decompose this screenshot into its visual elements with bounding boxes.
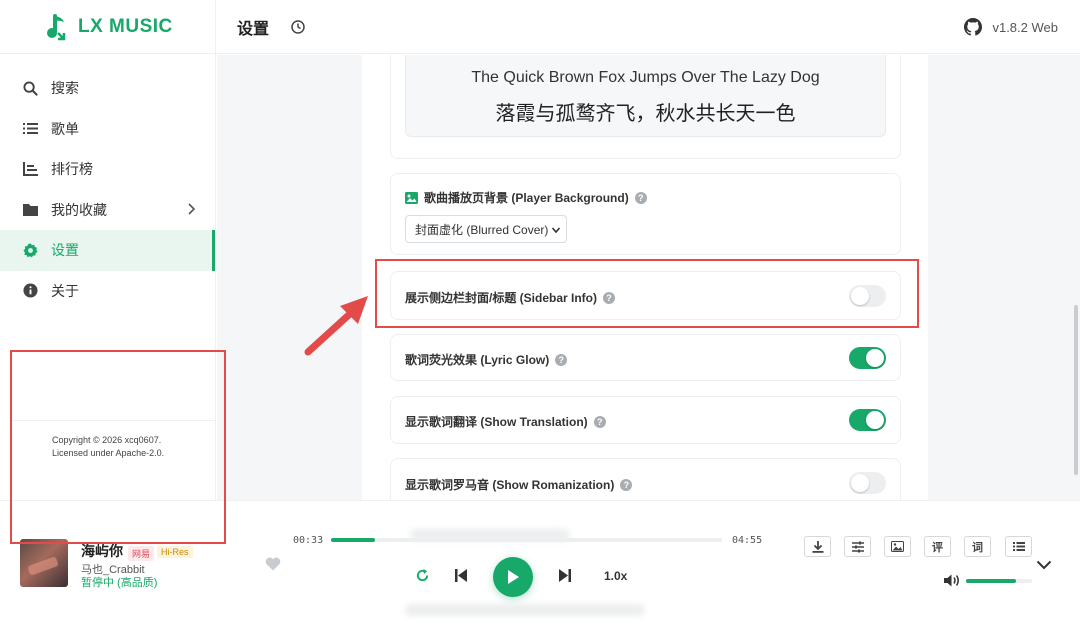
player-background-setting: 歌曲播放页背景 (Player Background) ? 封面虚化 (Blur… — [390, 173, 901, 255]
help-icon[interactable]: ? — [620, 478, 633, 491]
sidebar-item-settings[interactable]: 设置 — [0, 230, 215, 271]
sidebar-item-favorites[interactable]: 我的收藏 — [0, 190, 215, 231]
font-preview-english: The Quick Brown Fox Jumps Over The Lazy … — [471, 69, 820, 86]
github-icon — [964, 18, 983, 36]
sidebar-item-charts[interactable]: 排行榜 — [0, 149, 215, 190]
player-background-label: 歌曲播放页背景 (Player Background) — [424, 191, 629, 205]
source-badge: 网易 — [128, 546, 155, 561]
picture-button[interactable] — [884, 536, 911, 557]
sidebar-item-label: 歌单 — [51, 120, 79, 137]
show-translation-label: 显示歌词翻译 (Show Translation) — [405, 415, 588, 429]
lyric-glow-toggle[interactable] — [849, 347, 886, 369]
show-translation-setting: 显示歌词翻译 (Show Translation) ? — [390, 396, 901, 444]
app-window: LX MUSIC 搜索 歌单 排行榜 我的收藏 设置 关于 Copyright … — [0, 0, 1080, 625]
download-button[interactable] — [804, 536, 831, 557]
help-icon[interactable]: ? — [593, 415, 606, 428]
chevron-right-icon — [187, 202, 196, 218]
gear-icon — [22, 242, 38, 258]
comment-button[interactable]: 评 — [924, 536, 951, 557]
volume-icon[interactable] — [944, 574, 960, 592]
play-icon — [508, 570, 519, 584]
quality-badge: Hi-Res — [157, 546, 193, 558]
annotation-box-sidebar — [10, 350, 226, 544]
help-icon[interactable]: ? — [634, 191, 647, 204]
lyric-glow-label: 歌词荧光效果 (Lyric Glow) — [405, 353, 550, 367]
total-time: 04:55 — [732, 535, 763, 546]
download-icon — [812, 540, 823, 553]
font-card: 0123456789 The Quick Brown Fox Jumps Ove… — [390, 55, 901, 159]
music-note-icon — [47, 13, 66, 40]
annotation-box-setting — [375, 259, 919, 328]
volume-fill — [966, 579, 1016, 583]
sidebar-item-playlists[interactable]: 歌单 — [0, 109, 215, 150]
image-icon — [405, 191, 418, 204]
list-icon — [22, 121, 38, 137]
scrollbar[interactable] — [1074, 305, 1078, 475]
sidebar-item-label: 设置 — [51, 242, 79, 259]
history-icon[interactable] — [291, 19, 305, 34]
version-label: v1.8.2 Web — [992, 19, 1058, 35]
play-button[interactable] — [493, 557, 533, 597]
sidebar-item-label: 搜索 — [51, 80, 79, 97]
help-icon[interactable]: ? — [555, 353, 568, 366]
app-name: LX MUSIC — [78, 15, 173, 37]
lyric-glow-setting: 歌词荧光效果 (Lyric Glow) ? — [390, 334, 901, 381]
equalizer-button[interactable] — [844, 536, 871, 557]
sidebar-item-label: 我的收藏 — [51, 201, 107, 218]
folder-icon — [22, 202, 38, 218]
album-cover[interactable] — [20, 539, 68, 587]
sidebar-item-label: 排行榜 — [51, 161, 93, 178]
annotation-arrow — [304, 296, 368, 356]
font-preview-digits: 0123456789 — [406, 55, 885, 60]
previous-icon[interactable] — [455, 569, 467, 582]
sidebar-item-about[interactable]: 关于 — [0, 271, 215, 312]
song-title[interactable]: 海屿你 — [81, 541, 123, 561]
header: 设置 v1.8.2 Web — [217, 0, 1080, 54]
image-icon — [891, 541, 904, 552]
setting-label: 歌曲播放页背景 (Player Background) ? — [405, 189, 647, 206]
chevron-down-icon[interactable] — [1036, 557, 1052, 575]
equalizer-icon — [851, 541, 864, 552]
font-preview: 0123456789 The Quick Brown Fox Jumps Ove… — [405, 55, 886, 137]
sidebar-nav: 搜索 歌单 排行榜 我的收藏 设置 关于 — [0, 54, 215, 311]
select-value: 封面虚化 (Blurred Cover) — [415, 222, 549, 237]
toggle-knob — [866, 349, 884, 367]
page-title: 设置 — [237, 20, 270, 38]
chart-icon — [22, 161, 38, 177]
progress-bar[interactable] — [331, 538, 722, 542]
player-background-select[interactable]: 封面虚化 (Blurred Cover) — [405, 215, 567, 243]
repeat-icon[interactable] — [415, 568, 430, 583]
playback-status: 暂停中 (高品质) — [81, 577, 158, 589]
info-icon — [22, 283, 38, 299]
playback-speed[interactable]: 1.0x — [604, 569, 627, 583]
sidebar-item-search[interactable]: 搜索 — [0, 68, 215, 109]
version-info[interactable]: v1.8.2 Web — [964, 18, 1058, 36]
playlist-button[interactable] — [1005, 536, 1032, 557]
setting-label: 歌词荧光效果 (Lyric Glow) ? — [405, 351, 568, 368]
show-translation-toggle[interactable] — [849, 409, 886, 431]
chevron-down-icon — [551, 224, 561, 238]
playlist-icon — [1012, 542, 1025, 551]
next-icon[interactable] — [559, 569, 571, 582]
toggle-knob — [866, 411, 884, 429]
heart-icon[interactable] — [265, 557, 281, 576]
lyric-button[interactable]: 词 — [964, 536, 991, 557]
progress-fill — [331, 538, 376, 542]
sidebar-item-label: 关于 — [51, 282, 79, 299]
setting-label: 显示歌词翻译 (Show Translation) ? — [405, 413, 606, 430]
app-logo[interactable]: LX MUSIC — [0, 0, 215, 54]
show-romanization-label: 显示歌词罗马音 (Show Romanization) — [405, 478, 615, 492]
volume-slider[interactable] — [966, 579, 1032, 583]
lyric-blur — [405, 604, 645, 616]
show-romanization-toggle[interactable] — [849, 472, 886, 494]
search-icon — [22, 80, 38, 96]
font-preview-chinese: 落霞与孤鹜齐飞，秋水共长天一色 — [495, 103, 796, 125]
toggle-knob — [851, 474, 869, 492]
setting-label: 显示歌词罗马音 (Show Romanization) ? — [405, 476, 633, 493]
show-romanization-setting: 显示歌词罗马音 (Show Romanization) ? — [390, 458, 901, 500]
current-time: 00:33 — [293, 535, 324, 546]
